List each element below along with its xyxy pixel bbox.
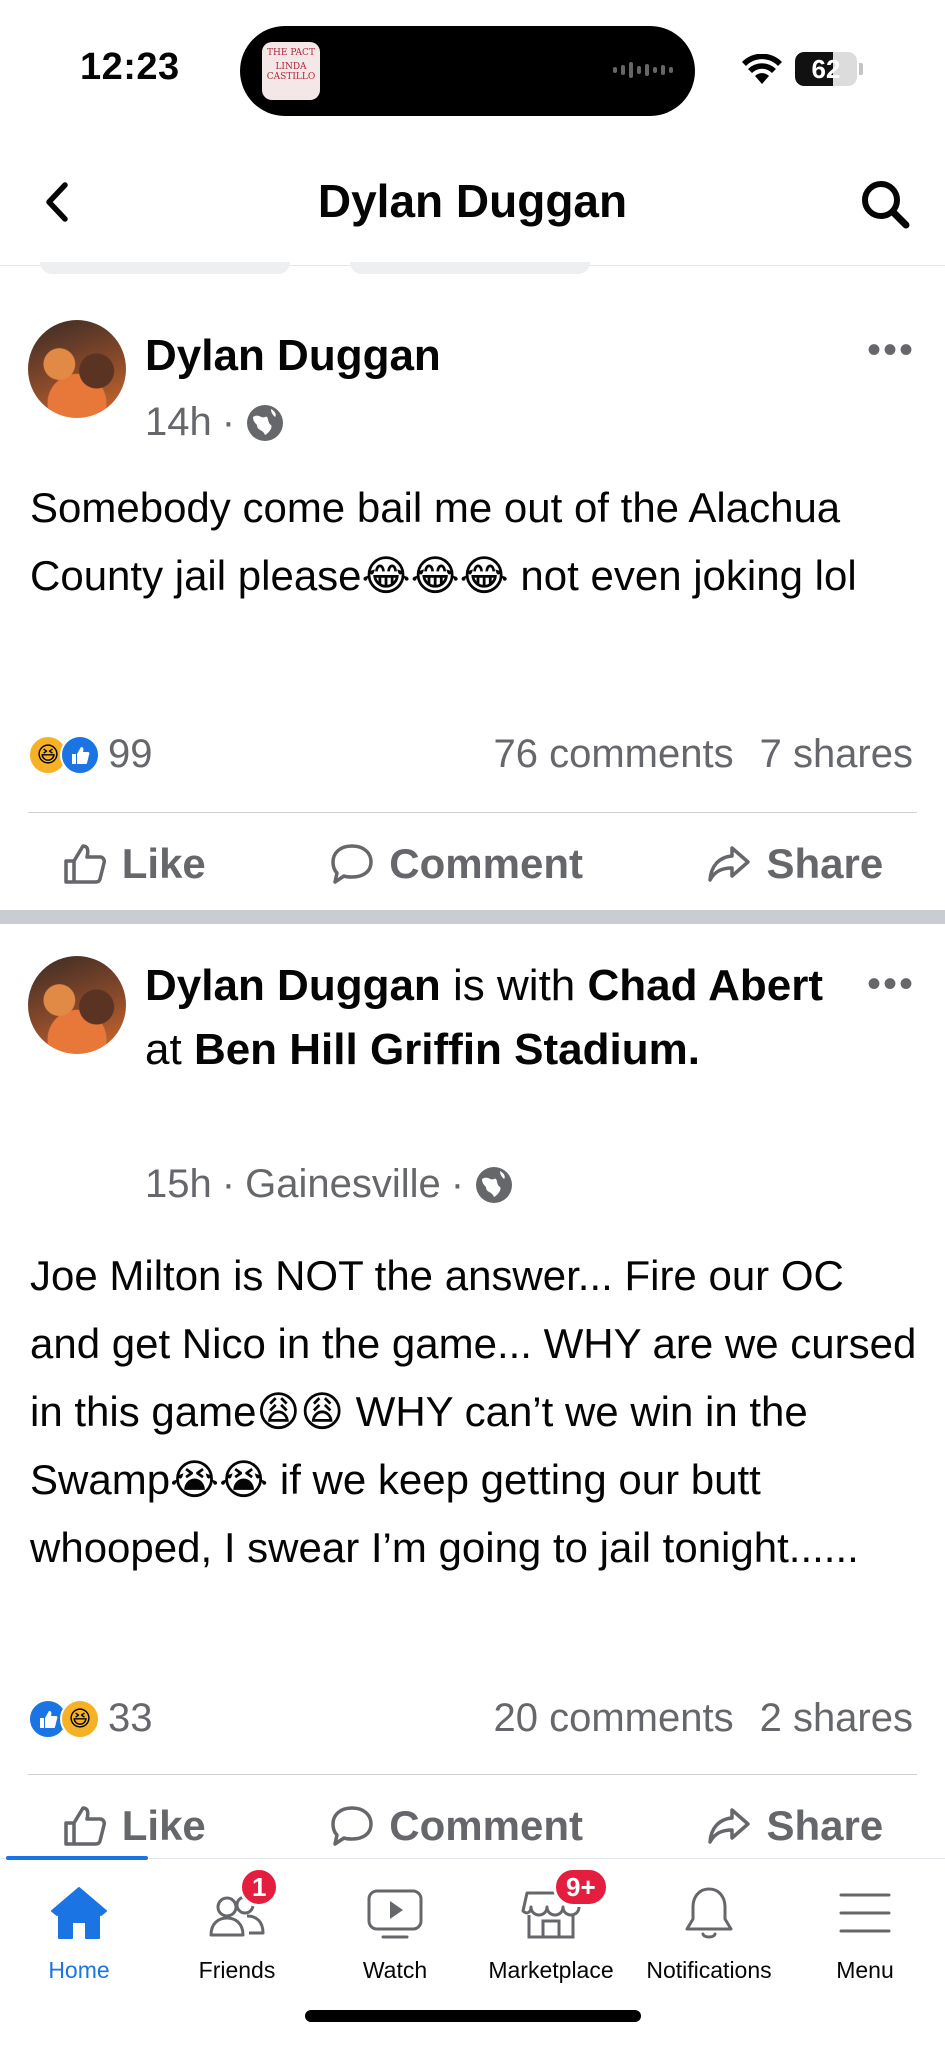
tab-watch[interactable]: Watch [316,1881,474,1991]
post-meta: 14h · [145,400,285,445]
battery-nub [859,63,863,75]
like-button[interactable]: Like [62,1802,206,1850]
post-author[interactable]: Dylan Duggan [145,324,441,388]
globe-icon [476,1166,513,1203]
avatar[interactable] [28,320,126,418]
home-icon [47,1881,111,1945]
dynamic-island[interactable]: THE PACT LINDA CASTILLO [240,26,695,116]
post-time[interactable]: 15h [145,1162,212,1207]
tab-friends[interactable]: 1 Friends [158,1867,316,1991]
reaction-count: 99 [108,732,153,776]
feed-post: Dylan Duggan 14h · ••• Somebody come bai… [0,300,945,900]
search-icon [862,181,910,229]
at-text: at [145,1025,182,1074]
globe-icon [247,404,284,441]
status-time: 12:23 [80,46,180,88]
tab-home[interactable]: Home [0,1881,158,1991]
feed-post: Dylan Duggan is with Chad Abert at Ben H… [0,924,945,1864]
tab-notifications[interactable]: Notifications [630,1881,788,1991]
period: . [687,1025,700,1074]
reaction-summary[interactable]: 😆 33 [28,1696,153,1741]
thumbs-up-icon [64,844,106,884]
reaction-summary[interactable]: 😆 99 [28,732,153,777]
friends-badge: 1 [239,1867,280,1907]
tab-marketplace[interactable]: 9+ Marketplace [472,1867,630,1991]
bell-icon [677,1881,741,1945]
tagged-place[interactable]: Ben Hill Griffin Stadium [194,1025,688,1074]
marketplace-icon: 9+ [519,1867,609,1945]
post-header-text: Dylan Duggan is with Chad Abert at Ben H… [145,954,845,1082]
friends-icon: 1 [205,1867,280,1945]
profile-header: Dylan Duggan [0,140,945,266]
haha-reaction-icon: 😆 [60,1698,100,1739]
share-icon [708,1808,751,1844]
avatar[interactable] [28,956,126,1054]
home-indicator[interactable] [305,2010,641,2022]
post-meta: 15h · Gainesville · [145,1162,514,1207]
post-location[interactable]: Gainesville [245,1162,441,1207]
page-title: Dylan Duggan [317,175,628,227]
shares-count[interactable]: 2 shares [760,1696,913,1741]
post-time[interactable]: 14h [145,400,212,445]
meta-separator: · [450,1162,465,1206]
filter-chip-peek [40,262,290,274]
active-tab-indicator [6,1856,148,1860]
share-icon [708,846,751,882]
comments-count[interactable]: 20 comments [493,1696,733,1741]
reaction-count: 33 [108,1696,153,1740]
meta-separator: · [221,400,236,444]
audio-waveform-icon [613,62,673,78]
tagged-person[interactable]: Chad Abert [588,961,824,1010]
now-playing-thumbnail: THE PACT LINDA CASTILLO [262,42,320,100]
post-actions: Like Comment Share [0,814,945,914]
like-reaction-icon [60,734,100,775]
filter-chip-peek [350,262,590,274]
marketplace-badge: 9+ [553,1867,609,1907]
share-button[interactable]: Share [706,840,883,888]
battery-icon: 62 [795,52,857,86]
battery-percent: 62 [811,54,841,84]
divider [28,1774,917,1775]
comments-count[interactable]: 76 comments [493,732,733,777]
share-button[interactable]: Share [706,1802,883,1850]
with-text: is with [453,961,576,1010]
post-text: Joe Milton is NOT the answer... Fire our… [30,1252,917,1571]
meta-separator: · [221,1162,236,1206]
thumbs-up-icon [64,1806,106,1846]
comment-button[interactable]: Comment [329,840,583,888]
post-text: Somebody come bail me out of the Alachua… [30,484,857,599]
status-bar: 12:23 THE PACT LINDA CASTILLO 62 [0,0,945,140]
more-options-button[interactable]: ••• [867,330,915,370]
menu-icon [833,1881,897,1945]
tab-menu[interactable]: Menu [786,1881,944,1991]
post-author[interactable]: Dylan Duggan [145,961,441,1010]
divider [28,812,917,813]
engagement-counts: 20 comments 2 shares [493,1696,913,1741]
watch-icon [363,1881,427,1945]
wifi-icon [742,54,782,84]
search-button[interactable] [855,174,915,234]
comment-button[interactable]: Comment [329,1802,583,1850]
comment-icon [331,844,374,884]
more-options-button[interactable]: ••• [867,964,915,1004]
comment-icon [331,1806,374,1846]
feed-separator [0,910,945,924]
engagement-counts: 76 comments 7 shares [493,732,913,777]
like-button[interactable]: Like [62,840,206,888]
shares-count[interactable]: 7 shares [760,732,913,777]
